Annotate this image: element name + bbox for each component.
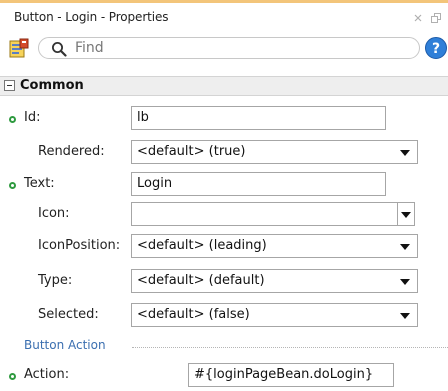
close-icon[interactable]: [412, 12, 424, 24]
icon-combo[interactable]: [131, 202, 415, 226]
toolbar: Find ?: [0, 33, 448, 63]
collapse-icon[interactable]: [4, 80, 15, 91]
svg-text:?: ?: [432, 41, 440, 57]
rendered-value: <default> (true): [137, 144, 246, 159]
rendered-label: Rendered:: [38, 144, 105, 159]
property-row-action: Action: #{loginPageBean.doLogin}: [0, 361, 448, 391]
text-label: Text:: [24, 176, 55, 191]
properties-panel: Button - Login - Properties Find ? Commo…: [0, 0, 448, 391]
search-input[interactable]: Find: [38, 37, 420, 59]
icon-label: Icon:: [38, 206, 70, 221]
icon-position-select[interactable]: <default> (leading): [131, 234, 418, 258]
chevron-down-icon: [400, 313, 410, 319]
chevron-down-icon: [400, 150, 410, 156]
text-field[interactable]: Login: [131, 172, 386, 196]
chevron-down-icon: [400, 244, 410, 250]
group-title: Button Action: [24, 338, 106, 352]
id-label: Id:: [24, 110, 41, 125]
type-value: <default> (default): [137, 273, 265, 288]
property-row-rendered: Rendered: <default> (true): [0, 138, 448, 168]
required-marker-icon: [9, 116, 16, 123]
icon-position-label: IconPosition:: [38, 238, 121, 253]
title-bar: Button - Login - Properties: [0, 3, 448, 33]
search-placeholder: Find: [75, 40, 104, 56]
action-value: #{loginPageBean.doLogin}: [194, 367, 374, 382]
id-field[interactable]: lb: [131, 106, 386, 130]
property-row-text: Text: Login: [0, 170, 448, 200]
id-value: lb: [137, 110, 149, 125]
type-label: Type:: [38, 273, 73, 288]
section-title: Common: [20, 78, 84, 93]
group-header-button-action: Button Action: [0, 336, 448, 354]
chevron-down-icon: [401, 212, 411, 218]
selected-value: <default> (false): [137, 307, 250, 322]
icon-dropdown-button[interactable]: [397, 203, 414, 225]
selected-label: Selected:: [38, 307, 99, 322]
property-row-id: Id: lb: [0, 104, 448, 134]
icon-position-value: <default> (leading): [137, 238, 267, 253]
help-icon[interactable]: ?: [424, 36, 448, 60]
required-marker-icon: [9, 373, 16, 380]
property-sheet-icon[interactable]: [9, 38, 29, 58]
action-label: Action:: [24, 367, 70, 382]
panel-title: Button - Login - Properties: [14, 10, 169, 24]
property-row-selected: Selected: <default> (false): [0, 301, 448, 331]
section-header-common[interactable]: Common: [0, 76, 448, 96]
rendered-select[interactable]: <default> (true): [131, 140, 418, 164]
action-field[interactable]: #{loginPageBean.doLogin}: [188, 363, 394, 387]
restore-window-icon[interactable]: [430, 12, 442, 24]
type-select[interactable]: <default> (default): [131, 269, 418, 293]
search-icon: [52, 42, 67, 57]
required-marker-icon: [9, 182, 16, 189]
text-value: Login: [137, 176, 173, 191]
property-row-icon-position: IconPosition: <default> (leading): [0, 232, 448, 262]
property-row-type: Type: <default> (default): [0, 267, 448, 297]
property-row-icon: Icon:: [0, 200, 448, 230]
chevron-down-icon: [400, 279, 410, 285]
selected-select[interactable]: <default> (false): [131, 303, 418, 327]
group-divider: [132, 347, 448, 348]
